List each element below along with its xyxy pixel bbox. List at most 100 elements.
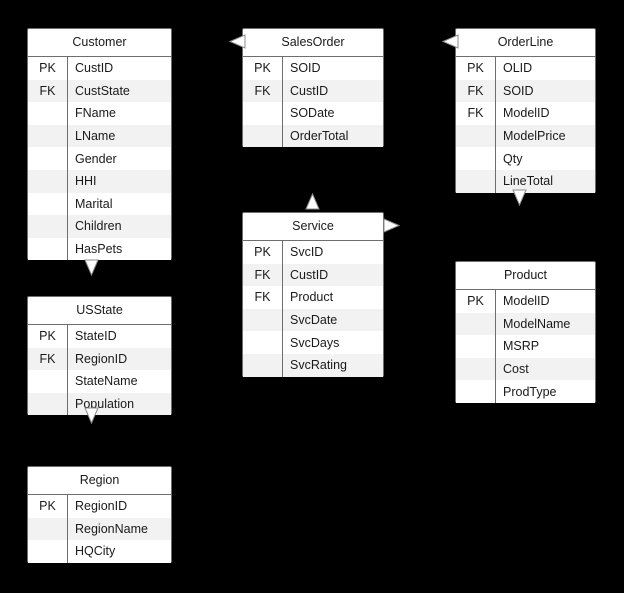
attribute-row[interactable]: FK ModelID [456,102,595,125]
attribute-key: PK [28,325,68,348]
attribute-row[interactable]: FK Product [243,286,383,309]
attribute-name: SOID [503,83,534,98]
attribute-row[interactable]: PK StateID [28,325,171,348]
attribute-key [28,124,68,148]
attribute-row[interactable]: RegionName [28,517,171,541]
attribute-key: PK [28,57,68,80]
attribute-name: MSRP [503,339,540,354]
attribute-name: Marital [75,196,113,211]
attribute-name: RegionName [75,521,148,536]
entity-region[interactable]: Region PK RegionID RegionName HQCity [27,466,172,563]
attribute-row[interactable]: ModelPrice [456,124,595,148]
attribute-name: RegionID [75,499,128,514]
attribute-key [243,331,283,354]
attribute-row[interactable]: PK OLID [456,57,595,80]
attribute-key [243,353,283,377]
attribute-row[interactable]: OrderTotal [243,124,383,148]
entity-usstate[interactable]: USState PK StateID FK RegionID StateName Popul… [27,296,172,416]
entity-salesorder[interactable]: SalesOrder PK SOID FK CustID SODate OrderTotal [242,28,384,148]
attribute-row[interactable]: HHI [28,169,171,193]
attribute-row[interactable]: PK SOID [243,57,383,80]
attribute-name: Gender [75,151,117,166]
attribute-row[interactable]: ModelName [456,312,595,336]
attribute-key [28,370,68,393]
entity-orderline[interactable]: OrderLine PK OLID FK SOID FK ModelID ModelPrice… [455,28,596,193]
attribute-row[interactable]: MSRP [456,335,595,358]
attribute-row[interactable]: FK CustState [28,79,171,103]
attribute-row[interactable]: ProdType [456,380,595,403]
attribute-row[interactable]: SODate [243,102,383,125]
attribute-key: FK [456,102,496,125]
attribute-key: PK [243,57,283,80]
attribute-name: SvcRating [290,358,347,373]
attribute-row[interactable]: FK CustID [243,263,383,287]
attribute-name: HHI [75,174,97,189]
attribute-row[interactable]: Marital [28,192,171,216]
attribute-key: FK [28,347,68,371]
entity-service[interactable]: Service PK SvcID FK CustID FK Product SvcDate Sv… [242,212,384,377]
attribute-name: SvcDate [290,313,338,328]
attribute-key [28,215,68,238]
attribute-name: LineTotal [503,174,554,189]
attribute-row[interactable]: LineTotal [456,169,595,193]
attribute-row[interactable]: HQCity [28,540,171,563]
attribute-list-product: PK ModelID ModelName MSRP Cost ProdType [456,290,595,403]
attribute-row[interactable]: FK CustID [243,79,383,103]
attribute-name: SODate [290,106,335,121]
attribute-row[interactable]: Qty [456,147,595,170]
entity-title-product: Product [456,262,595,290]
attribute-key [456,312,496,336]
attribute-name: ProdType [503,384,557,399]
attribute-row[interactable]: PK ModelID [456,290,595,313]
attribute-key [456,147,496,170]
attribute-name: FName [75,106,116,121]
attribute-name: CustID [75,61,114,76]
attribute-row[interactable]: SvcRating [243,353,383,377]
attribute-row[interactable]: FName [28,102,171,125]
attribute-name: OrderTotal [290,129,349,144]
attribute-key: PK [456,290,496,313]
attribute-name: CustID [290,83,329,98]
entity-title-orderline: OrderLine [456,29,595,57]
attribute-row[interactable]: Cost [456,357,595,381]
entity-title-customer: Customer [28,29,171,57]
attribute-name: Qty [503,151,523,166]
attribute-key [243,124,283,148]
attribute-row[interactable]: SvcDays [243,331,383,354]
attribute-name: OLID [503,61,533,76]
attribute-list-customer: PK CustID FK CustState FName LName Gender HHI Ma… [28,57,171,261]
attribute-key [28,169,68,193]
attribute-name: StateID [75,329,117,344]
attribute-name: Product [290,290,334,305]
attribute-name: SvcID [290,245,324,260]
attribute-row[interactable]: Population [28,392,171,416]
attribute-key [243,102,283,125]
attribute-key [28,147,68,170]
attribute-row[interactable]: SvcDate [243,308,383,332]
attribute-key: FK [456,79,496,103]
attribute-name: SvcDays [290,335,340,350]
attribute-key [28,102,68,125]
attribute-row[interactable]: StateName [28,370,171,393]
attribute-row[interactable]: Children [28,215,171,238]
attribute-name: RegionID [75,351,128,366]
attribute-list-service: PK SvcID FK CustID FK Product SvcDate SvcDays Sv… [243,241,383,377]
attribute-key [456,380,496,403]
entity-product[interactable]: Product PK ModelID ModelName MSRP Cost ProdTyp… [455,261,596,403]
attribute-row[interactable]: HasPets [28,237,171,261]
attribute-key [28,540,68,563]
attribute-row[interactable]: LName [28,124,171,148]
attribute-row[interactable]: PK RegionID [28,495,171,518]
attribute-key [456,124,496,148]
attribute-name: StateName [75,374,138,389]
attribute-name: ModelName [503,316,571,331]
attribute-list-orderline: PK OLID FK SOID FK ModelID ModelPrice Qty LineTo… [456,57,595,193]
attribute-row[interactable]: FK RegionID [28,347,171,371]
attribute-row[interactable]: Gender [28,147,171,170]
attribute-key [28,517,68,541]
entity-customer[interactable]: Customer PK CustID FK CustState FName LName Gen… [27,28,172,261]
attribute-row[interactable]: FK SOID [456,79,595,103]
attribute-key [28,392,68,416]
attribute-row[interactable]: PK CustID [28,57,171,80]
attribute-row[interactable]: PK SvcID [243,241,383,264]
